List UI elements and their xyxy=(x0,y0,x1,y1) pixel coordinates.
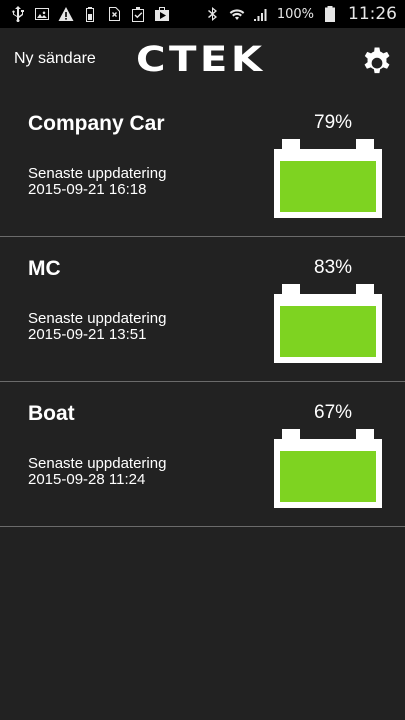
device-card-boat[interactable]: Boat Senaste uppdatering 2015-09-28 11:2… xyxy=(0,382,405,527)
charge-percent: 79% xyxy=(314,112,353,133)
last-update-time: 2015-09-21 16:18 xyxy=(28,181,147,198)
app-bar: Ny sändare CTEK xyxy=(0,28,405,92)
new-sender-button[interactable]: Ny sändare xyxy=(14,50,96,68)
sim-blocked-icon xyxy=(106,6,122,22)
usb-icon xyxy=(10,6,26,22)
status-bar: 100% 11:26 xyxy=(0,0,405,28)
last-update-time: 2015-09-21 13:51 xyxy=(28,326,147,343)
clipboard-check-icon xyxy=(130,6,146,22)
last-update-time: 2015-09-28 11:24 xyxy=(28,471,146,488)
battery-saver-icon xyxy=(82,6,98,22)
ctek-logo: CTEK xyxy=(136,40,266,80)
clock: 11:26 xyxy=(348,4,397,24)
status-right-icons: 100% 11:26 xyxy=(205,4,397,24)
charge-percent: 67% xyxy=(314,402,353,423)
device-list: Company Car Senaste uppdatering 2015-09-… xyxy=(0,92,405,527)
battery-level-icon xyxy=(274,139,382,218)
device-card-company-car[interactable]: Company Car Senaste uppdatering 2015-09-… xyxy=(0,92,405,237)
gear-icon xyxy=(360,44,394,78)
last-update-label: Senaste uppdatering xyxy=(28,455,167,472)
battery-percent: 100% xyxy=(276,6,314,22)
device-name: Company Car xyxy=(28,112,165,135)
play-store-icon xyxy=(154,6,170,22)
battery-level-icon xyxy=(274,429,382,508)
bluetooth-icon xyxy=(205,6,221,22)
last-update-label: Senaste uppdatering xyxy=(28,165,167,182)
device-name: Boat xyxy=(28,402,75,425)
signal-icon xyxy=(253,6,269,22)
battery-level-icon xyxy=(274,284,382,363)
warning-icon xyxy=(58,6,74,22)
status-left-icons xyxy=(10,6,170,22)
image-icon xyxy=(34,6,50,22)
charge-percent: 83% xyxy=(314,257,353,278)
wifi-icon xyxy=(229,6,245,22)
device-name: MC xyxy=(28,257,61,280)
settings-button[interactable] xyxy=(360,44,394,78)
battery-icon xyxy=(322,6,338,22)
device-card-mc[interactable]: MC Senaste uppdatering 2015-09-21 13:51 … xyxy=(0,237,405,382)
last-update-label: Senaste uppdatering xyxy=(28,310,167,327)
